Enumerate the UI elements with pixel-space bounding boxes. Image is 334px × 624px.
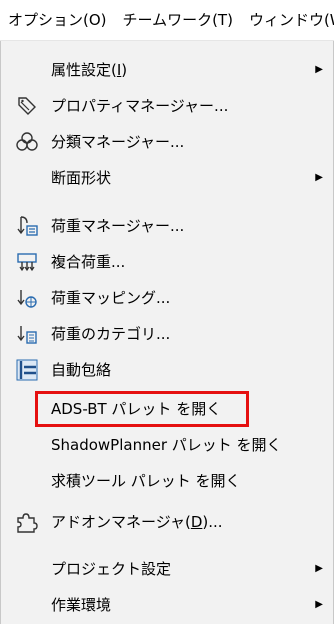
red-highlight-box xyxy=(35,391,249,427)
tag-icon xyxy=(15,94,39,118)
menu-item-work-environment[interactable]: 作業環境 ▶ xyxy=(1,587,333,623)
menu-item-label: 自動包絡 xyxy=(51,361,112,379)
menu-teamwork[interactable]: チームワーク(T) xyxy=(115,0,241,40)
puzzle-icon xyxy=(15,510,39,534)
menu-item-open-quadrature-tool-palette[interactable]: 求積ツール パレット を開く xyxy=(1,463,333,499)
submenu-arrow-icon: ▶ xyxy=(315,64,323,75)
menu-item-load-category[interactable]: 荷重のカテゴリ... xyxy=(1,316,333,352)
menu-bar: オプション(O) チームワーク(T) ウィンドウ(W xyxy=(0,0,334,41)
menu-item-addon-manager[interactable]: アドオンマネージャ(D)... xyxy=(1,504,333,540)
load-mapping-icon xyxy=(15,286,39,310)
menu-item-label: 属性設定(I) xyxy=(51,61,128,79)
menu-item-label: 複合荷重... xyxy=(51,253,126,271)
menu-item-label: 荷重のカテゴリ... xyxy=(51,325,171,343)
menu-item-property-manager[interactable]: プロパティマネージャー... xyxy=(1,88,333,124)
submenu-arrow-icon: ▶ xyxy=(315,599,323,610)
menu-item-load-manager[interactable]: 荷重マネージャー... xyxy=(1,208,333,244)
submenu-arrow-icon: ▶ xyxy=(315,563,323,574)
menu-item-open-shadowplanner-palette[interactable]: ShadowPlanner パレット を開く xyxy=(1,427,333,463)
menu-item-classification-manager[interactable]: 分類マネージャー... xyxy=(1,124,333,160)
submenu-arrow-icon: ▶ xyxy=(315,172,323,183)
menu-item-label: 分類マネージャー... xyxy=(51,133,185,151)
menu-item-label: 荷重マッピング... xyxy=(51,289,171,307)
load-manager-icon xyxy=(15,214,39,238)
menu-item-section-profile[interactable]: 断面形状 ▶ xyxy=(1,160,333,196)
menu-options[interactable]: オプション(O) xyxy=(0,0,115,40)
load-combination-icon xyxy=(15,250,39,274)
auto-envelope-icon xyxy=(15,358,39,382)
menu-item-label: 荷重マネージャー... xyxy=(51,217,185,235)
menu-item-load-combination[interactable]: 複合荷重... xyxy=(1,244,333,280)
menu-item-label: 作業環境 xyxy=(51,596,112,614)
menu-item-label: アドオンマネージャ(D)... xyxy=(51,513,223,531)
menu-item-label: プロジェクト設定 xyxy=(51,560,172,578)
options-dropdown-menu: 属性設定(I) ▶ プロパティマネージャー... 分類マネージャー... 断面形… xyxy=(0,41,334,624)
load-category-icon xyxy=(15,322,39,346)
menu-item-attribute-settings[interactable]: 属性設定(I) ▶ xyxy=(1,52,333,88)
menu-item-label: 断面形状 xyxy=(51,169,112,187)
menu-item-project-settings[interactable]: プロジェクト設定 ▶ xyxy=(1,551,333,587)
menu-window[interactable]: ウィンドウ(W xyxy=(241,0,334,40)
classification-icon xyxy=(15,130,39,154)
menu-item-load-mapping[interactable]: 荷重マッピング... xyxy=(1,280,333,316)
menu-item-label: ShadowPlanner パレット を開く xyxy=(51,436,282,454)
menu-item-label: 求積ツール パレット を開く xyxy=(51,472,241,490)
menu-item-label: プロパティマネージャー... xyxy=(51,97,229,115)
menu-item-auto-envelope[interactable]: 自動包絡 xyxy=(1,352,333,388)
